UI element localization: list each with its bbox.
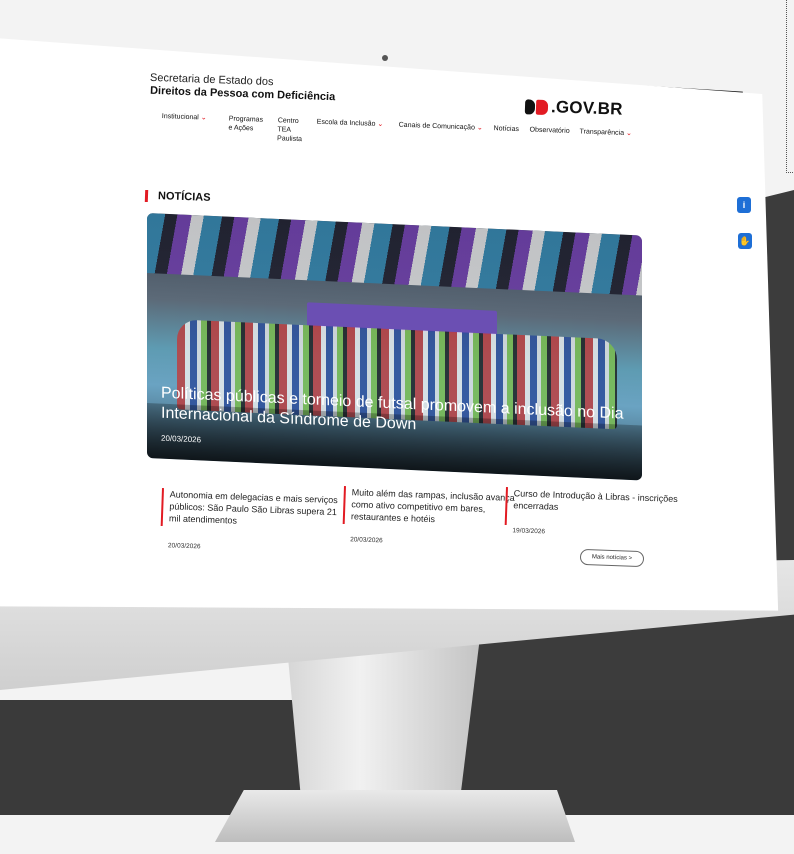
section-title: NOTÍCIAS: [157, 190, 211, 204]
chevron-down-icon: ⌄: [377, 120, 384, 129]
nav-item-transparencia[interactable]: Transparência ⌄: [579, 127, 632, 138]
sp-gov-logo[interactable]: .GOV.BR: [524, 96, 623, 119]
hero-date: 20/03/2026: [161, 433, 202, 445]
org-name-line2[interactable]: Direitos da Pessoa com Deficiência: [150, 85, 336, 103]
nav-item-observatorio[interactable]: Observatório: [529, 125, 569, 135]
hero-image-roof: [147, 213, 642, 296]
nav-item-noticias[interactable]: Notícias: [493, 124, 519, 134]
chevron-down-icon: ⌄: [476, 124, 483, 132]
monitor-stand-neck: [286, 640, 480, 790]
monitor-stand-base: [215, 790, 575, 842]
logo-text: .GOV.BR: [550, 97, 623, 119]
dotted-frame: [786, 0, 793, 173]
nav-item-institucional[interactable]: Institucional ⌄: [162, 112, 207, 123]
section-accent-bar: [144, 189, 149, 203]
chevron-down-icon: ⌄: [625, 130, 633, 138]
news-date: 20/03/2026: [167, 542, 201, 551]
nav-item-programas[interactable]: Programas e Ações: [228, 114, 263, 133]
camera-icon: [382, 55, 388, 61]
news-accent-bar: [342, 486, 346, 525]
news-title[interactable]: Autonomia em delegacias e mais serviços …: [169, 488, 340, 530]
news-title[interactable]: Curso de Introdução à Libras - inscriçõe…: [513, 487, 684, 517]
news-accent-bar: [160, 488, 164, 527]
news-date: 19/03/2026: [512, 527, 546, 536]
hand-icon[interactable]: ✋: [738, 233, 752, 249]
chevron-down-icon: ⌄: [200, 114, 207, 122]
news-date: 20/03/2026: [350, 536, 383, 545]
nav-item-canais[interactable]: Canais de Comunicação ⌄: [399, 121, 483, 133]
nav-item-escola[interactable]: Escola da Inclusão ⌄: [317, 118, 384, 129]
info-icon[interactable]: i: [737, 197, 751, 213]
more-news-button[interactable]: Mais notícias >: [579, 548, 645, 568]
news-title[interactable]: Muito além das rampas, inclusão avança c…: [351, 486, 522, 528]
sp-logo-icon: [524, 98, 550, 115]
hero-news-card[interactable]: Políticas públicas e torneio de futsal p…: [147, 213, 642, 481]
nav-item-centro-tea[interactable]: Centro TEA Paulista: [277, 116, 303, 144]
